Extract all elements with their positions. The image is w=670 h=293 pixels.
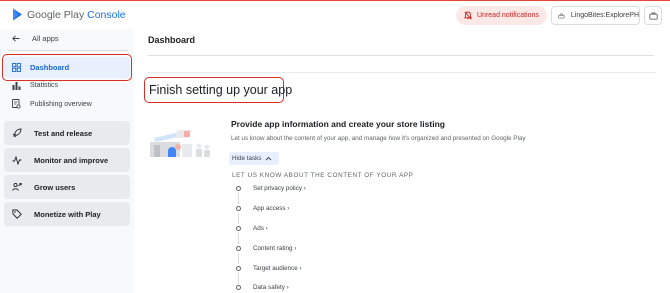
brand-suffix: Console <box>87 8 126 21</box>
store-listing-illustration <box>150 130 210 157</box>
task-label: Target audience › <box>253 265 302 272</box>
brand-prefix: Google Play <box>27 8 85 21</box>
all-apps-label: All apps <box>32 34 59 43</box>
sidebar: All apps Dashboard Statistics Publishing… <box>0 29 134 293</box>
sidebar-divider <box>8 50 128 51</box>
developer-account-button[interactable]: LingoBites:ExplorePH <box>551 6 640 25</box>
dashboard-highlight-outline <box>2 54 132 81</box>
page-title: Dashboard <box>148 35 196 45</box>
rocket-icon <box>12 128 22 138</box>
task-connector <box>238 233 239 244</box>
publishing-overview-icon <box>12 99 21 109</box>
grow-users-label: Grow users <box>34 182 76 192</box>
brand-name: Google Play Console <box>27 9 126 21</box>
task-status-circle-icon <box>236 246 241 251</box>
task-data-safety[interactable]: Data safety › <box>236 284 289 291</box>
task-set-privacy-policy[interactable]: Set privacy policy › <box>236 185 306 192</box>
task-target-audience[interactable]: Target audience › <box>236 265 302 272</box>
task-label: Content rating › <box>253 245 297 252</box>
task-connector <box>238 253 239 264</box>
task-connector <box>238 273 239 284</box>
play-console-logo-icon <box>13 8 22 21</box>
section-heading: Provide app information and create your … <box>231 119 445 129</box>
tasks-heading: LET US KNOW ABOUT THE CONTENT OF YOUR AP… <box>232 172 414 179</box>
task-status-circle-icon <box>236 186 241 191</box>
task-label: Ads › <box>253 225 268 232</box>
sidebar-group-monetize-with-play[interactable]: Monetize with Play <box>4 202 130 226</box>
unread-notifications-button[interactable]: Unread notifications <box>456 6 547 25</box>
hide-tasks-button[interactable]: Hide tasks <box>229 152 279 165</box>
task-status-circle-icon <box>236 266 241 271</box>
chevron-up-icon <box>266 156 272 161</box>
bar-chart-icon <box>12 82 21 90</box>
bell-off-icon <box>464 11 472 20</box>
brand-logo[interactable]: Google Play Console <box>12 8 126 21</box>
task-status-circle-icon <box>236 206 241 211</box>
monetize-with-play-label: Monetize with Play <box>34 209 101 219</box>
briefcase-button[interactable] <box>644 6 662 25</box>
back-arrow-icon <box>12 35 20 42</box>
section-description: Let us know about the content of your ap… <box>231 135 526 142</box>
task-label: Data safety › <box>253 284 289 291</box>
section-divider <box>148 72 656 73</box>
statistics-label: Statistics <box>30 82 59 89</box>
briefcase-icon <box>648 12 658 20</box>
task-status-circle-icon <box>236 285 241 290</box>
app-header: Google Play Console Unread notifications… <box>0 1 670 29</box>
publishing-overview-label: Publishing overview <box>30 100 92 108</box>
tag-icon <box>12 209 22 219</box>
developer-account-icon <box>558 13 565 18</box>
grow-users-icon <box>12 182 22 191</box>
monitor-and-improve-label: Monitor and improve <box>34 155 109 165</box>
notifications-label: Unread notifications <box>477 12 539 19</box>
task-content-rating[interactable]: Content rating › <box>236 245 296 252</box>
task-label: App access › <box>253 205 290 212</box>
all-apps-link[interactable]: All apps <box>12 34 59 43</box>
task-label: Set privacy policy › <box>253 185 306 192</box>
sidebar-item-publishing-overview[interactable]: Publishing overview <box>12 99 92 109</box>
title-divider <box>148 55 654 56</box>
sidebar-group-monitor-and-improve[interactable]: Monitor and improve <box>4 148 130 172</box>
hide-tasks-label: Hide tasks <box>232 155 262 162</box>
sidebar-group-test-and-release[interactable]: Test and release <box>4 121 130 145</box>
sidebar-group-grow-users[interactable]: Grow users <box>4 175 130 199</box>
task-connector <box>238 193 239 204</box>
task-status-circle-icon <box>236 226 241 231</box>
sidebar-item-statistics[interactable]: Statistics <box>12 81 58 90</box>
finish-setup-title: Finish setting up your app <box>149 83 293 97</box>
account-name: LingoBites:ExplorePH <box>570 12 639 19</box>
test-and-release-label: Test and release <box>34 128 93 138</box>
pulse-icon <box>12 155 22 165</box>
task-app-access[interactable]: App access › <box>236 205 289 212</box>
task-connector <box>238 213 239 224</box>
task-ads[interactable]: Ads › <box>236 225 268 232</box>
